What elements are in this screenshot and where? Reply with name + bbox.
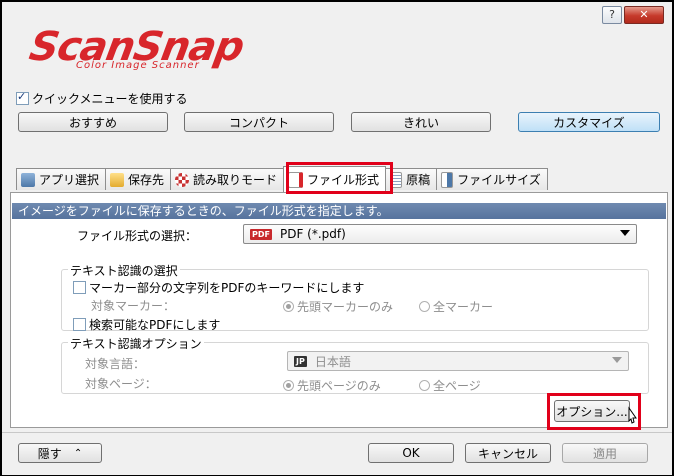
tab-label: 読み取りモード [193,173,278,187]
cancel-button[interactable]: キャンセル [465,443,551,463]
close-icon[interactable]: ✕ [624,6,664,24]
tab-label: ファイルサイズ [457,173,541,187]
ok-button[interactable]: OK [368,443,454,463]
radio-selected-icon[interactable] [283,380,294,391]
quickmenu-checkbox[interactable]: クイックメニューを使用する [16,90,188,107]
language-dropdown[interactable]: JP 日本語 [287,351,629,371]
target-marker-label: 対象マーカー： [91,299,176,313]
file-icon [288,171,304,188]
radio-all-markers[interactable]: 全マーカー [419,298,493,315]
tab-label: 原稿 [406,173,431,187]
tab-label: アプリ選択 [39,173,100,187]
chevron-down-icon [612,357,622,363]
help-icon[interactable]: ? [602,6,622,24]
quickmenu-label: クイックメニューを使用する [32,92,188,106]
tab-scan-mode[interactable]: 読み取りモード [170,168,285,190]
hide-button-label: 隠す [37,446,62,461]
file-format-panel: イメージをファイルに保存するときの、ファイル形式を指定します。 ファイル形式の選… [10,192,668,428]
apply-button[interactable]: 適用 [562,443,648,463]
chevron-down-icon [620,230,630,236]
target-pages-label: 対象ページ： [85,377,157,391]
file-format-dropdown[interactable]: PDF PDF (*.pdf) [243,224,637,244]
mouse-cursor-icon [628,406,637,424]
profile-recommended-button[interactable]: おすすめ [18,112,168,132]
tab-document[interactable]: 原稿 [385,168,438,190]
searchable-pdf-checkbox[interactable]: 検索可能なPDFにします [73,316,220,333]
format-select-label: ファイル形式の選択： [77,229,198,243]
file-format-value: PDF (*.pdf) [279,227,346,241]
target-language-label: 対象言語： [85,357,146,371]
radio-all-pages[interactable]: 全ページ [419,377,481,394]
pdf-icon: PDF [250,228,272,240]
radio-icon[interactable] [419,301,430,312]
settings-tabs: アプリ選択 保存先 読み取りモード ファイル形式 原稿 ファイルサイズ [16,166,548,192]
panel-description: イメージをファイルに保存するときの、ファイル形式を指定します。 [12,203,666,219]
radio-label: 先頭ページのみ [297,379,381,393]
language-value: 日本語 [314,354,351,369]
checkbox-icon[interactable] [73,281,86,294]
radio-selected-icon[interactable] [283,301,294,312]
profile-customize-button[interactable]: カスタマイズ [518,112,660,132]
radio-label: 全ページ [433,379,481,393]
profile-compact-button[interactable]: コンパクト [184,112,334,132]
options-button[interactable]: オプション... [554,400,630,422]
file-size-icon [441,171,454,188]
radio-label: 全マーカー [433,300,494,314]
folder-icon [110,172,125,187]
tab-app-select[interactable]: アプリ選択 [16,168,107,190]
hide-button[interactable]: 隠す ⌃ [18,443,102,463]
chevron-up-icon: ⌃ [73,447,83,459]
tab-label: 保存先 [128,173,165,187]
checkbox-checked-icon[interactable] [16,90,29,105]
marker-keyword-checkbox[interactable]: マーカー部分の文字列をPDFのキーワードにします [73,279,364,296]
scansnap-settings-window: ? ✕ ScanSnap Color Image Scanner クイックメニュ… [0,0,674,476]
tab-file-format[interactable]: ファイル形式 [283,166,387,192]
radio-label: 先頭マーカーのみ [297,300,394,314]
tab-save-destination[interactable]: 保存先 [105,168,172,190]
tab-file-size[interactable]: ファイルサイズ [436,168,548,190]
radio-first-page[interactable]: 先頭ページのみ [283,377,381,394]
logo-tagline: Color Image Scanner [76,60,200,71]
document-icon [390,171,403,188]
checkbox-icon[interactable] [73,318,86,331]
jp-flag-icon: JP [294,355,307,367]
radio-icon[interactable] [419,380,430,391]
scansnap-logo: ScanSnap Color Image Scanner [26,24,330,74]
radio-first-marker[interactable]: 先頭マーカーのみ [283,298,393,315]
profile-clean-button[interactable]: きれい [351,112,491,132]
marker-keyword-label: マーカー部分の文字列をPDFのキーワードにします [89,281,365,295]
title-buttons: ? ✕ [602,6,664,24]
group-title: テキスト認識オプション [68,335,204,352]
searchable-pdf-label: 検索可能なPDFにします [89,318,221,332]
scan-mode-icon [175,172,190,187]
group-title: テキスト認識の選択 [68,262,180,279]
app-icon [21,172,35,187]
tab-label: ファイル形式 [307,173,380,187]
